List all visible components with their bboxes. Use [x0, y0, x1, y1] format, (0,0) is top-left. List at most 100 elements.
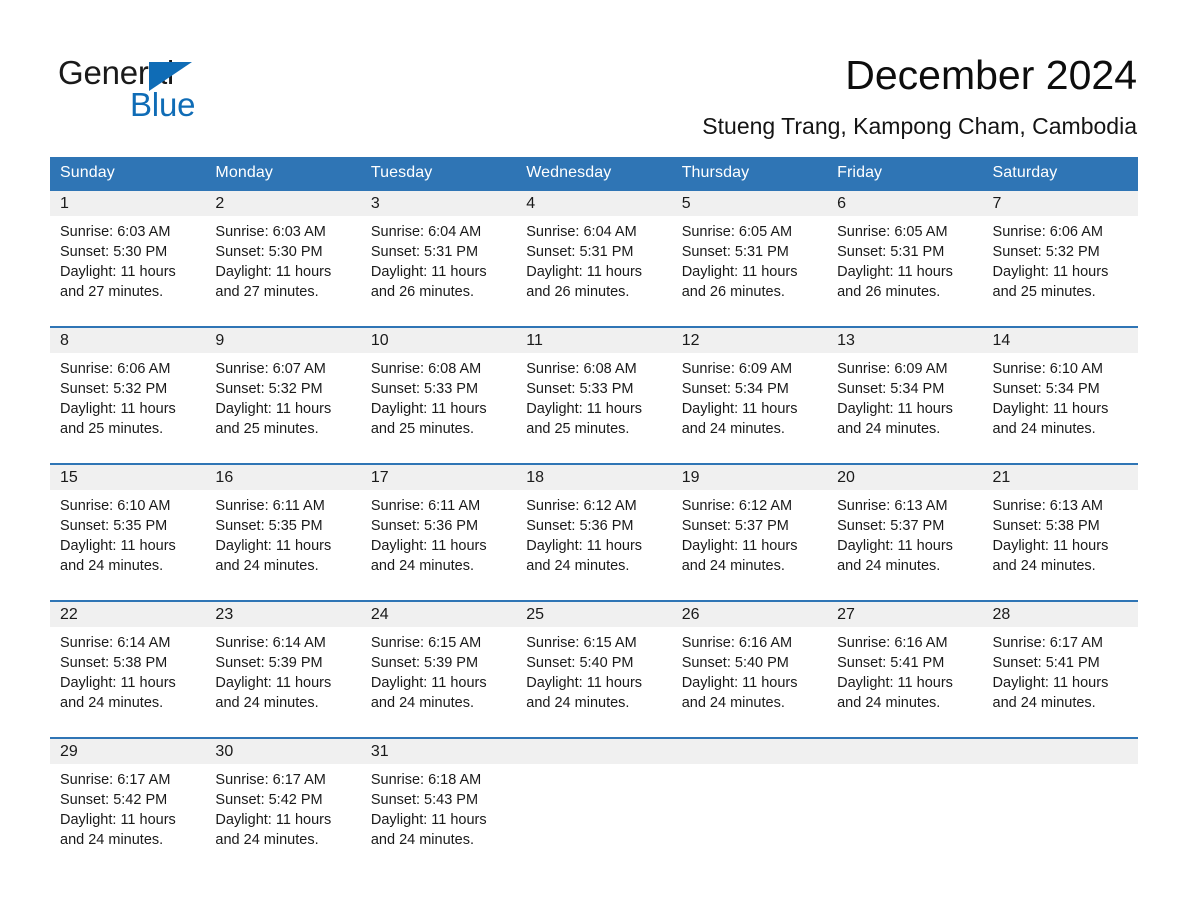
calendar-empty-cell: [671, 737, 828, 874]
day-details: Sunrise: 6:17 AM Sunset: 5:42 PM Daylight:…: [50, 764, 205, 850]
sunset-text: Sunset: 5:42 PM: [215, 792, 323, 808]
daylight-text: Daylight: 11 hours and 24 minutes.: [837, 675, 953, 711]
day-cell-content: 21 Sunrise: 6:13 AM Sunset: 5:38 PM Dayligh…: [982, 465, 1138, 600]
calendar-day-cell[interactable]: 23 Sunrise: 6:14 AM Sunset: 5:39 PM Dayligh…: [205, 600, 361, 738]
sunset-text: Sunset: 5:42 PM: [60, 792, 168, 808]
calendar-day-cell[interactable]: 5 Sunrise: 6:05 AM Sunset: 5:31 PM Daylight…: [671, 191, 828, 327]
day-cell-content: 17 Sunrise: 6:11 AM Sunset: 5:36 PM Dayligh…: [360, 465, 517, 600]
daylight-text: Daylight: 11 hours and 24 minutes.: [526, 675, 643, 711]
calendar-day-cell[interactable]: 26 Sunrise: 6:16 AM Sunset: 5:40 PM Dayligh…: [671, 600, 828, 738]
sunrise-text: Sunrise: 6:17 AM: [60, 772, 171, 788]
calendar-day-cell[interactable]: 9 Sunrise: 6:07 AM Sunset: 5:32 PM Daylight…: [205, 326, 361, 464]
day-number: 19: [671, 465, 828, 490]
sunrise-text: Sunrise: 6:09 AM: [837, 361, 948, 377]
calendar-empty-cell: [827, 737, 983, 874]
sunrise-text: Sunrise: 6:10 AM: [992, 361, 1103, 377]
sunset-text: Sunset: 5:31 PM: [837, 244, 945, 260]
sunrise-text: Sunrise: 6:09 AM: [681, 361, 793, 377]
calendar-day-cell[interactable]: 2 Sunrise: 6:03 AM Sunset: 5:30 PM Daylight…: [205, 191, 361, 327]
calendar-day-cell[interactable]: 11 Sunrise: 6:08 AM Sunset: 5:33 PM Dayligh…: [516, 326, 672, 464]
calendar-day-cell[interactable]: 28 Sunrise: 6:17 AM Sunset: 5:41 PM Dayligh…: [982, 600, 1138, 738]
calendar-week-row: 29 Sunrise: 6:17 AM Sunset: 5:42 PM Dayligh…: [50, 737, 1138, 874]
day-number: 11: [516, 328, 672, 353]
day-details: Sunrise: 6:14 AM Sunset: 5:39 PM Daylight:…: [205, 627, 360, 713]
sunrise-text: Sunrise: 6:16 AM: [681, 635, 793, 651]
calendar-day-cell[interactable]: 10 Sunrise: 6:08 AM Sunset: 5:33 PM Dayligh…: [360, 326, 517, 464]
day-details: Sunrise: 6:04 AM Sunset: 5:31 PM Daylight:…: [361, 216, 516, 302]
day-number: 21: [982, 465, 1138, 490]
sunset-text: Sunset: 5:36 PM: [370, 518, 479, 534]
calendar-day-cell[interactable]: 13 Sunrise: 6:09 AM Sunset: 5:34 PM Dayligh…: [827, 326, 983, 464]
day-number: 25: [516, 602, 672, 627]
page-subtitle-location: Stueng Trang, Kampong Cham, Cambodia: [702, 113, 1137, 139]
day-number: 17: [360, 465, 517, 490]
calendar-day-cell[interactable]: 15 Sunrise: 6:10 AM Sunset: 5:35 PM Dayligh…: [50, 463, 206, 601]
day-number: 22: [50, 602, 206, 627]
calendar-day-cell[interactable]: 6 Sunrise: 6:05 AM Sunset: 5:31 PM Daylight…: [827, 191, 983, 327]
calendar-day-cell[interactable]: 17 Sunrise: 6:11 AM Sunset: 5:36 PM Dayligh…: [360, 463, 517, 601]
day-details: Sunrise: 6:13 AM Sunset: 5:38 PM Daylight:…: [983, 490, 1138, 576]
sunrise-text: Sunrise: 6:08 AM: [526, 361, 637, 377]
day-number: 31: [360, 739, 517, 764]
calendar-day-cell[interactable]: 18 Sunrise: 6:12 AM Sunset: 5:36 PM Dayligh…: [516, 463, 672, 601]
day-cell-content: 23 Sunrise: 6:14 AM Sunset: 5:39 PM Dayligh…: [205, 602, 361, 737]
calendar-day-cell[interactable]: 21 Sunrise: 6:13 AM Sunset: 5:38 PM Dayligh…: [982, 463, 1138, 601]
day-details: Sunrise: 6:05 AM Sunset: 5:31 PM Daylight:…: [827, 216, 982, 302]
sunset-text: Sunset: 5:36 PM: [526, 518, 634, 534]
calendar-day-cell[interactable]: 4 Sunrise: 6:04 AM Sunset: 5:31 PM Daylight…: [516, 191, 672, 327]
daylight-text: Daylight: 11 hours and 24 minutes.: [992, 401, 1109, 437]
daylight-text: Daylight: 11 hours and 26 minutes.: [370, 264, 487, 300]
calendar-week-row: 22 Sunrise: 6:14 AM Sunset: 5:38 PM Dayligh…: [50, 600, 1138, 738]
calendar-day-cell[interactable]: 20 Sunrise: 6:13 AM Sunset: 5:37 PM Dayligh…: [827, 463, 983, 601]
generalblue-logo: General Blue: [58, 54, 318, 126]
daylight-text: Daylight: 11 hours and 27 minutes.: [60, 264, 176, 300]
weekday-header-wednesday: Wednesday: [516, 157, 672, 191]
daylight-text: Daylight: 11 hours and 24 minutes.: [370, 812, 487, 848]
calendar-day-cell[interactable]: 27 Sunrise: 6:16 AM Sunset: 5:41 PM Dayligh…: [827, 600, 983, 738]
day-number: 10: [360, 328, 517, 353]
calendar-day-cell[interactable]: 14 Sunrise: 6:10 AM Sunset: 5:34 PM Dayligh…: [982, 326, 1138, 464]
sunset-text: Sunset: 5:38 PM: [992, 518, 1100, 534]
weekday-header-tuesday: Tuesday: [360, 157, 517, 191]
day-number: 1: [50, 191, 206, 216]
day-details: Sunrise: 6:14 AM Sunset: 5:38 PM Daylight:…: [50, 627, 205, 713]
day-number: 9: [205, 328, 361, 353]
day-details: Sunrise: 6:10 AM Sunset: 5:34 PM Daylight:…: [983, 353, 1138, 439]
day-details: Sunrise: 6:06 AM Sunset: 5:32 PM Daylight:…: [50, 353, 205, 439]
calendar-day-cell[interactable]: 24 Sunrise: 6:15 AM Sunset: 5:39 PM Dayligh…: [360, 600, 517, 738]
calendar-day-cell[interactable]: 30 Sunrise: 6:17 AM Sunset: 5:42 PM Dayligh…: [205, 737, 361, 874]
sunrise-text: Sunrise: 6:05 AM: [681, 224, 793, 240]
calendar-day-cell[interactable]: 25 Sunrise: 6:15 AM Sunset: 5:40 PM Dayligh…: [516, 600, 672, 738]
daylight-text: Daylight: 11 hours and 25 minutes.: [215, 401, 332, 437]
sunset-text: Sunset: 5:39 PM: [215, 655, 323, 671]
calendar-day-cell[interactable]: 3 Sunrise: 6:04 AM Sunset: 5:31 PM Daylight…: [360, 191, 517, 327]
sunset-text: Sunset: 5:37 PM: [837, 518, 945, 534]
sunrise-text: Sunrise: 6:17 AM: [992, 635, 1103, 651]
daylight-text: Daylight: 11 hours and 24 minutes.: [681, 401, 798, 437]
day-cell-content: 9 Sunrise: 6:07 AM Sunset: 5:32 PM Daylight…: [205, 328, 361, 463]
calendar-body: 1 Sunrise: 6:03 AM Sunset: 5:30 PM Daylight…: [50, 191, 1138, 874]
day-details: Sunrise: 6:05 AM Sunset: 5:31 PM Daylight:…: [672, 216, 827, 302]
sunset-text: Sunset: 5:30 PM: [60, 244, 168, 260]
weekday-header-friday: Friday: [827, 157, 983, 191]
sunrise-text: Sunrise: 6:05 AM: [837, 224, 948, 240]
day-details: Sunrise: 6:11 AM Sunset: 5:35 PM Daylight:…: [205, 490, 360, 576]
day-details: Sunrise: 6:15 AM Sunset: 5:40 PM Daylight:…: [516, 627, 671, 713]
day-number: 23: [205, 602, 361, 627]
calendar-day-cell[interactable]: 22 Sunrise: 6:14 AM Sunset: 5:38 PM Dayligh…: [50, 600, 206, 738]
calendar-day-cell[interactable]: 8 Sunrise: 6:06 AM Sunset: 5:32 PM Daylight…: [50, 326, 206, 464]
day-cell-content: 15 Sunrise: 6:10 AM Sunset: 5:35 PM Dayligh…: [50, 465, 206, 600]
day-details: Sunrise: 6:15 AM Sunset: 5:39 PM Daylight:…: [361, 627, 516, 713]
calendar-day-cell[interactable]: 31 Sunrise: 6:18 AM Sunset: 5:43 PM Dayligh…: [360, 737, 517, 874]
day-number: 24: [360, 602, 517, 627]
day-number: [516, 739, 672, 764]
calendar-day-cell[interactable]: 29 Sunrise: 6:17 AM Sunset: 5:42 PM Dayligh…: [50, 737, 206, 874]
calendar-day-cell[interactable]: 12 Sunrise: 6:09 AM Sunset: 5:34 PM Dayligh…: [671, 326, 828, 464]
daylight-text: Daylight: 11 hours and 24 minutes.: [992, 675, 1109, 711]
calendar-day-cell[interactable]: 7 Sunrise: 6:06 AM Sunset: 5:32 PM Daylight…: [982, 191, 1138, 327]
calendar-day-cell[interactable]: 19 Sunrise: 6:12 AM Sunset: 5:37 PM Dayligh…: [671, 463, 828, 601]
day-details: Sunrise: 6:11 AM Sunset: 5:36 PM Daylight:…: [361, 490, 516, 576]
calendar-day-cell[interactable]: 1 Sunrise: 6:03 AM Sunset: 5:30 PM Daylight…: [50, 191, 206, 327]
sunrise-text: Sunrise: 6:04 AM: [370, 224, 482, 240]
calendar-day-cell[interactable]: 16 Sunrise: 6:11 AM Sunset: 5:35 PM Dayligh…: [205, 463, 361, 601]
